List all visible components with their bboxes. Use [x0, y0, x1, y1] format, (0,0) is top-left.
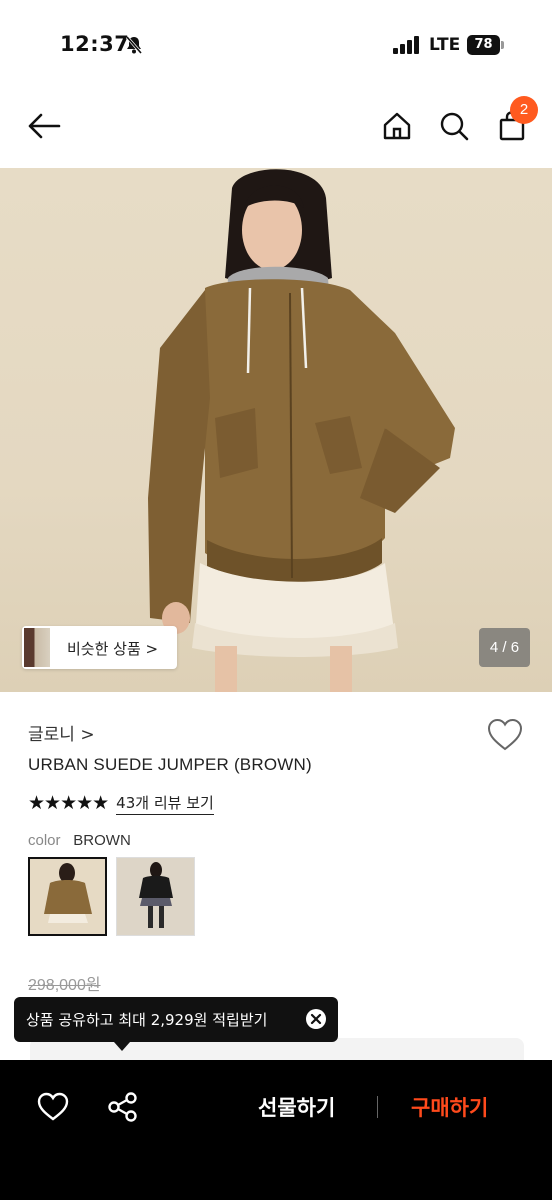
swatch-black-image — [117, 858, 194, 935]
close-icon — [310, 1013, 322, 1025]
home-icon — [383, 112, 411, 140]
tooltip-close-button[interactable] — [306, 1009, 326, 1029]
like-button[interactable] — [36, 1090, 70, 1124]
battery-level: 78 — [467, 35, 500, 55]
tooltip-text: 상품 공유하고 최대 2,929원 적립받기 — [26, 1011, 268, 1029]
color-label: color — [28, 832, 61, 849]
status-bar: 12:37 LTE 78 — [0, 0, 552, 90]
share-button[interactable] — [106, 1090, 140, 1124]
product-photo — [148, 169, 455, 692]
arrow-left-icon — [28, 113, 61, 139]
similar-thumbnail — [24, 628, 50, 667]
search-button[interactable] — [434, 106, 474, 146]
rating-row: ★★★★★ 43개 리뷰 보기 — [28, 791, 214, 815]
brand-link[interactable]: 글로니 > — [28, 720, 95, 745]
search-icon — [440, 112, 469, 141]
buy-button[interactable]: 구매하기 — [411, 1092, 488, 1122]
signal-icon — [393, 36, 419, 54]
similar-products-button[interactable]: 비슷한 상품 > — [22, 626, 177, 669]
original-price: 298,000원 — [28, 977, 101, 994]
home-button[interactable] — [377, 106, 417, 146]
color-swatch-black[interactable] — [116, 857, 195, 936]
review-link[interactable]: 43개 리뷰 보기 — [116, 792, 214, 815]
cart-count-badge: 2 — [510, 96, 538, 124]
color-row: color BROWN — [28, 831, 131, 849]
status-time: 12:37 — [60, 32, 130, 56]
tooltip-arrow — [114, 1042, 130, 1051]
network-type: LTE — [429, 35, 461, 55]
product-name: URBAN SUEDE JUMPER (BROWN) — [28, 755, 312, 774]
heart-icon — [487, 718, 523, 751]
heart-icon — [37, 1092, 69, 1121]
share-icon — [108, 1092, 137, 1122]
product-image[interactable] — [0, 168, 552, 692]
color-value: BROWN — [73, 832, 131, 849]
wishlist-button[interactable] — [486, 716, 524, 754]
bell-muted-icon — [125, 36, 143, 54]
star-rating: ★★★★★ — [28, 792, 109, 814]
action-divider — [377, 1096, 378, 1118]
back-button[interactable] — [24, 106, 64, 146]
gift-button[interactable]: 선물하기 — [258, 1092, 335, 1122]
color-swatch-brown[interactable] — [28, 857, 107, 936]
swatch-brown-image — [30, 859, 105, 934]
share-reward-tooltip[interactable]: 상품 공유하고 최대 2,929원 적립받기 — [14, 997, 338, 1042]
similar-products-label: 비슷한 상품 > — [67, 640, 159, 658]
app-header — [0, 90, 552, 168]
image-page-indicator: 4 / 6 — [479, 628, 530, 667]
battery-icon: 78 — [467, 35, 505, 55]
bottom-action-bar: 선물하기 구매하기 — [0, 1060, 552, 1200]
